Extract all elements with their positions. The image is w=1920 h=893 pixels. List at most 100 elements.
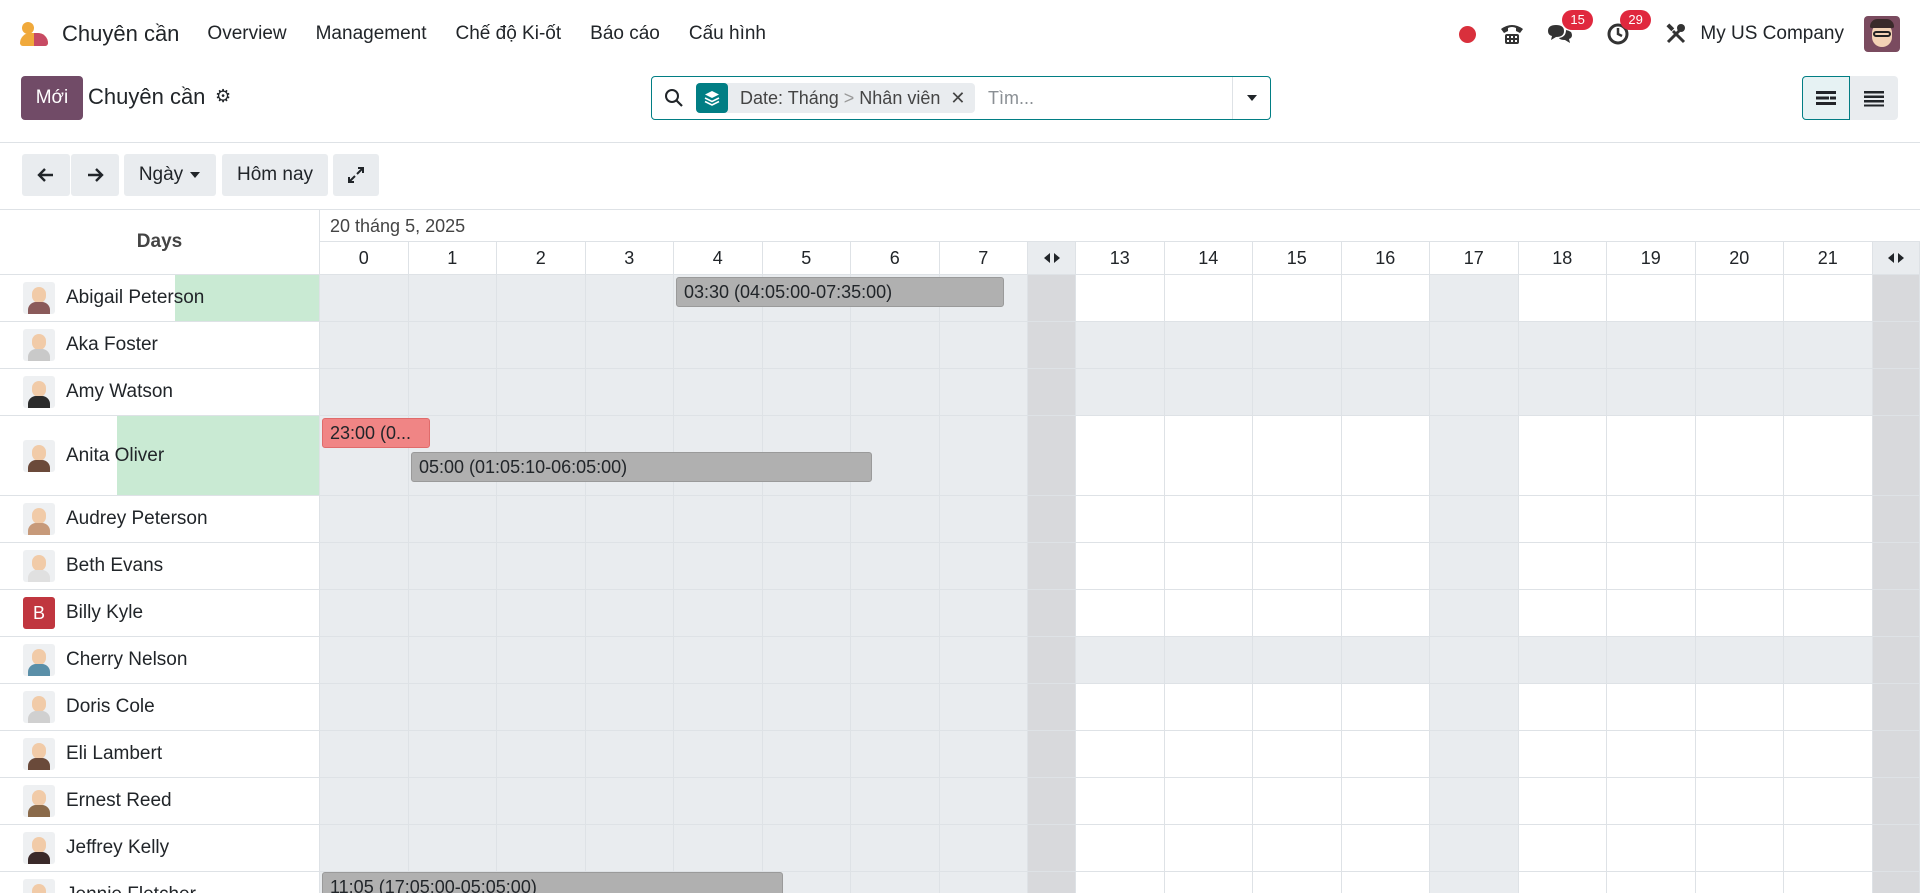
row-header[interactable]: Jeffrey Kelly — [0, 825, 320, 871]
gantt-cell[interactable] — [939, 416, 1028, 495]
search-input[interactable] — [988, 85, 1218, 111]
gantt-cell[interactable] — [851, 543, 940, 589]
list-view-button[interactable] — [1850, 76, 1898, 120]
row-header[interactable]: Audrey Peterson — [0, 496, 320, 542]
gantt-cell[interactable] — [939, 825, 1028, 871]
gantt-cell[interactable] — [320, 684, 409, 730]
gantt-cell[interactable] — [1518, 872, 1607, 893]
gantt-cell[interactable] — [1607, 778, 1696, 824]
gantt-cell[interactable] — [1164, 496, 1253, 542]
gantt-cell[interactable] — [1253, 369, 1342, 415]
attendance-app-icon[interactable] — [20, 20, 50, 48]
expand-button[interactable] — [333, 154, 379, 196]
gantt-cell[interactable] — [497, 496, 586, 542]
gantt-cell[interactable] — [939, 637, 1028, 683]
gantt-cell[interactable] — [762, 322, 851, 368]
gantt-cell[interactable] — [1253, 543, 1342, 589]
gantt-cell[interactable] — [939, 369, 1028, 415]
gantt-cell[interactable] — [1607, 825, 1696, 871]
gantt-cell[interactable] — [1341, 543, 1430, 589]
row-header[interactable]: Ernest Reed — [0, 778, 320, 824]
gantt-cell[interactable] — [320, 275, 409, 321]
gantt-cell[interactable] — [1784, 590, 1873, 636]
gantt-cell[interactable] — [1430, 778, 1519, 824]
gantt-cell[interactable] — [1430, 322, 1519, 368]
gantt-cell[interactable] — [1164, 543, 1253, 589]
gantt-cell[interactable] — [1253, 778, 1342, 824]
gantt-cell[interactable] — [939, 543, 1028, 589]
row-header[interactable]: Doris Cole — [0, 684, 320, 730]
gantt-cell[interactable] — [1164, 778, 1253, 824]
gantt-cell[interactable] — [1341, 731, 1430, 777]
gantt-cell[interactable] — [497, 731, 586, 777]
gantt-cell[interactable] — [1518, 590, 1607, 636]
gantt-cell[interactable] — [674, 684, 763, 730]
gantt-cell[interactable] — [939, 778, 1028, 824]
gantt-cell[interactable] — [1164, 416, 1253, 495]
gantt-cell[interactable] — [939, 496, 1028, 542]
gantt-cell[interactable] — [320, 731, 409, 777]
gantt-cell[interactable] — [1430, 496, 1519, 542]
scale-dropdown[interactable]: Ngày — [124, 154, 216, 196]
gantt-cell[interactable] — [1695, 369, 1784, 415]
gantt-cell[interactable] — [585, 637, 674, 683]
gantt-cell[interactable] — [320, 496, 409, 542]
gantt-cell[interactable] — [320, 825, 409, 871]
gantt-cell[interactable] — [408, 778, 497, 824]
gantt-cell[interactable] — [1518, 322, 1607, 368]
gantt-cell[interactable] — [674, 543, 763, 589]
gantt-cell[interactable] — [762, 684, 851, 730]
gantt-cell[interactable] — [1076, 872, 1165, 893]
messages-icon[interactable]: 15 — [1546, 10, 1593, 48]
gantt-cell[interactable] — [1695, 590, 1784, 636]
gantt-cell[interactable] — [1076, 543, 1165, 589]
gantt-cell[interactable] — [408, 637, 497, 683]
gantt-cell[interactable] — [497, 684, 586, 730]
gantt-cell[interactable] — [1341, 872, 1430, 893]
gantt-cell[interactable] — [674, 778, 763, 824]
gantt-cell[interactable] — [585, 275, 674, 321]
gantt-cell[interactable] — [1695, 684, 1784, 730]
gantt-cell[interactable] — [1430, 416, 1519, 495]
gantt-cell[interactable] — [1076, 496, 1165, 542]
gantt-cell[interactable] — [674, 369, 763, 415]
gantt-cell[interactable] — [320, 778, 409, 824]
gantt-cell[interactable] — [320, 637, 409, 683]
gantt-cell[interactable] — [1607, 369, 1696, 415]
gantt-cell[interactable] — [585, 778, 674, 824]
gantt-cell[interactable] — [1695, 275, 1784, 321]
today-button[interactable]: Hôm nay — [222, 154, 328, 196]
company-switcher[interactable]: My US Company — [1700, 23, 1844, 45]
gantt-cell[interactable] — [851, 825, 940, 871]
gantt-cell[interactable] — [939, 590, 1028, 636]
gantt-cell[interactable] — [1695, 825, 1784, 871]
gantt-cell[interactable] — [1784, 369, 1873, 415]
gantt-cell[interactable] — [320, 369, 409, 415]
user-avatar[interactable] — [1864, 16, 1900, 52]
gantt-cell[interactable] — [762, 825, 851, 871]
gantt-cell[interactable] — [1518, 825, 1607, 871]
gantt-cell[interactable] — [497, 275, 586, 321]
gantt-cell[interactable] — [762, 731, 851, 777]
recording-dot-icon[interactable] — [1459, 25, 1477, 43]
gantt-cell[interactable] — [497, 543, 586, 589]
row-header[interactable]: Abigail Peterson — [0, 275, 320, 321]
gantt-cell[interactable] — [1784, 684, 1873, 730]
new-button[interactable]: Mới — [21, 76, 83, 120]
gantt-cell[interactable] — [851, 684, 940, 730]
gantt-cell[interactable] — [585, 590, 674, 636]
gantt-cell[interactable] — [1784, 637, 1873, 683]
gantt-cell[interactable] — [762, 590, 851, 636]
gantt-cell[interactable] — [585, 731, 674, 777]
gantt-cell[interactable] — [1607, 590, 1696, 636]
row-header[interactable]: Beth Evans — [0, 543, 320, 589]
gantt-cell[interactable] — [1607, 637, 1696, 683]
gantt-cell[interactable] — [1430, 684, 1519, 730]
gantt-cell[interactable] — [1607, 322, 1696, 368]
gantt-cell[interactable] — [1076, 416, 1165, 495]
gear-icon[interactable]: ⚙ — [215, 86, 231, 107]
folded-hours-toggle[interactable] — [1872, 242, 1920, 275]
gantt-cell[interactable] — [1076, 637, 1165, 683]
attendance-pill[interactable]: 23:00 (0... — [322, 418, 430, 448]
gantt-cell[interactable] — [1784, 416, 1873, 495]
